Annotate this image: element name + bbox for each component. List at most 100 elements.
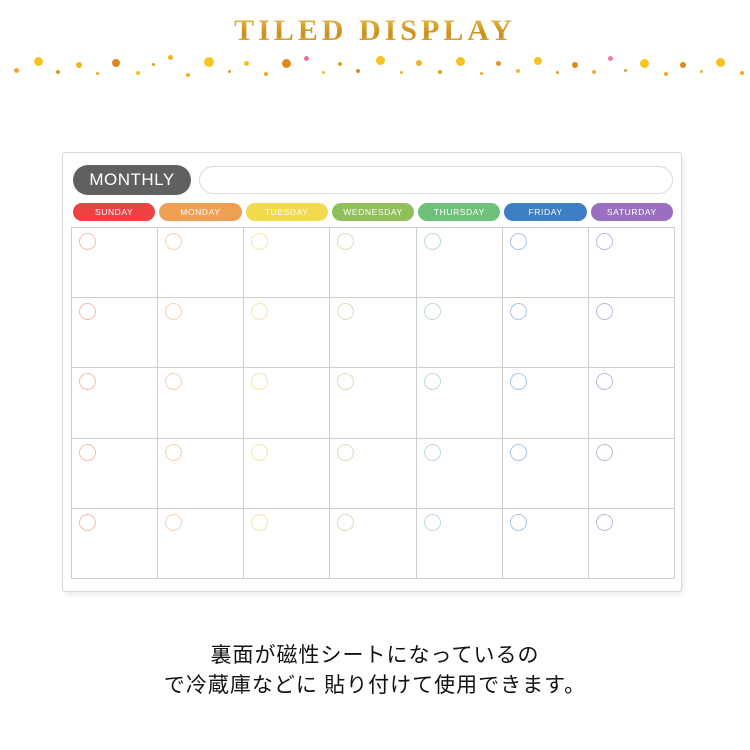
decorative-dot bbox=[640, 59, 649, 68]
decorative-dot-band bbox=[0, 50, 750, 80]
monthly-label-pill: MONTHLY bbox=[73, 165, 191, 195]
decorative-dot bbox=[264, 72, 268, 76]
decorative-dot bbox=[592, 70, 596, 74]
weekday-pill-monday[interactable]: MONDAY bbox=[159, 203, 242, 221]
calendar-cell[interactable] bbox=[588, 368, 675, 439]
date-circle-icon bbox=[337, 513, 355, 531]
calendar-cell[interactable] bbox=[588, 438, 675, 509]
calendar-header: MONTHLY bbox=[73, 165, 673, 195]
date-circle-icon bbox=[509, 233, 527, 250]
date-circle-icon bbox=[509, 303, 527, 321]
decorative-dot bbox=[112, 59, 120, 67]
decorative-dot bbox=[96, 72, 99, 75]
date-circle-icon bbox=[337, 443, 355, 461]
weekday-pill-wednesday[interactable]: WEDNESDAY bbox=[331, 203, 415, 221]
weekday-pill-thursday[interactable]: THURSDAY bbox=[418, 203, 501, 221]
date-circle-icon bbox=[165, 303, 183, 321]
decorative-dot bbox=[56, 70, 60, 74]
decorative-dot bbox=[34, 57, 43, 66]
decorative-dot bbox=[680, 62, 686, 68]
date-circle-icon bbox=[79, 443, 96, 461]
decorative-dot bbox=[664, 72, 668, 76]
calendar-cell[interactable] bbox=[244, 298, 331, 369]
calendar-cell[interactable] bbox=[502, 228, 589, 299]
decorative-dot bbox=[168, 55, 173, 60]
page-banner: TILED DISPLAY bbox=[0, 0, 750, 92]
date-circle-icon bbox=[423, 303, 441, 321]
decorative-dot bbox=[624, 69, 627, 72]
decorative-dot bbox=[304, 56, 309, 61]
date-circle-icon bbox=[423, 233, 441, 250]
decorative-dot bbox=[740, 71, 744, 75]
date-circle-icon bbox=[251, 513, 269, 531]
page-title: TILED DISPLAY bbox=[0, 14, 750, 48]
decorative-dot bbox=[716, 58, 725, 67]
calendar-card: MONTHLY SUNDAY MONDAY TUESDAY WEDNESDAY THUR… bbox=[62, 152, 682, 592]
calendar-cell[interactable] bbox=[158, 228, 245, 299]
calendar-cell[interactable] bbox=[416, 298, 503, 369]
calendar-cell[interactable] bbox=[416, 508, 503, 579]
weekday-pill-friday[interactable]: FRIDAY bbox=[504, 203, 587, 221]
date-circle-icon bbox=[595, 513, 613, 531]
decorative-dot bbox=[282, 59, 291, 68]
date-circle-icon bbox=[595, 233, 613, 250]
decorative-dot bbox=[356, 69, 360, 73]
calendar-cell[interactable] bbox=[330, 368, 417, 439]
calendar-cell[interactable] bbox=[158, 368, 245, 439]
calendar-cell[interactable] bbox=[416, 438, 503, 509]
decorative-dot bbox=[228, 70, 231, 73]
decorative-dot bbox=[608, 56, 613, 61]
caption-line-2: で冷蔵庫などに 貼り付けて使用できます。 bbox=[163, 673, 587, 697]
calendar-cell[interactable] bbox=[588, 228, 675, 299]
calendar-cell[interactable] bbox=[72, 298, 159, 369]
calendar-cell[interactable] bbox=[330, 508, 417, 579]
date-circle-icon bbox=[165, 513, 183, 531]
weekday-pill-saturday[interactable]: SATURDAY bbox=[590, 203, 673, 221]
decorative-dot bbox=[376, 56, 385, 65]
weekday-pill-tuesday[interactable]: TUESDAY bbox=[245, 203, 328, 221]
calendar-cell[interactable] bbox=[244, 508, 331, 579]
calendar-grid bbox=[71, 227, 675, 579]
decorative-dot bbox=[516, 69, 520, 73]
calendar-cell[interactable] bbox=[330, 438, 417, 509]
calendar-cell[interactable] bbox=[72, 228, 159, 299]
calendar-cell[interactable] bbox=[72, 508, 159, 579]
date-circle-icon bbox=[79, 233, 96, 250]
calendar-cell[interactable] bbox=[158, 508, 245, 579]
calendar-cell[interactable] bbox=[72, 368, 159, 439]
calendar-cell[interactable] bbox=[416, 368, 503, 439]
date-circle-icon bbox=[251, 443, 269, 461]
date-circle-icon bbox=[165, 373, 183, 391]
date-circle-icon bbox=[423, 373, 441, 391]
decorative-dot bbox=[14, 68, 19, 73]
date-circle-icon bbox=[165, 443, 183, 461]
calendar-cell[interactable] bbox=[330, 228, 417, 299]
calendar-cell[interactable] bbox=[158, 298, 245, 369]
date-circle-icon bbox=[509, 513, 527, 531]
calendar-cell[interactable] bbox=[502, 298, 589, 369]
calendar-cell[interactable] bbox=[158, 438, 245, 509]
calendar-cell[interactable] bbox=[416, 228, 503, 299]
calendar-cell[interactable] bbox=[330, 298, 417, 369]
calendar-cell[interactable] bbox=[72, 438, 159, 509]
calendar-cell[interactable] bbox=[244, 438, 331, 509]
calendar-cell[interactable] bbox=[244, 228, 331, 299]
calendar-cell[interactable] bbox=[588, 508, 675, 579]
decorative-dot bbox=[556, 71, 559, 74]
calendar-cell[interactable] bbox=[502, 438, 589, 509]
date-circle-icon bbox=[595, 303, 613, 321]
decorative-dot bbox=[480, 72, 483, 75]
caption-line-1: 裏面が磁性シートになっているの bbox=[210, 643, 540, 667]
date-circle-icon bbox=[251, 233, 269, 250]
calendar-cell[interactable] bbox=[588, 298, 675, 369]
calendar-cell[interactable] bbox=[244, 368, 331, 439]
date-circle-icon bbox=[165, 233, 183, 250]
decorative-dot bbox=[700, 70, 703, 73]
decorative-dot bbox=[322, 71, 325, 74]
decorative-dot bbox=[244, 61, 249, 66]
weekday-pill-sunday[interactable]: SUNDAY bbox=[73, 203, 156, 221]
date-circle-icon bbox=[79, 303, 96, 321]
calendar-cell[interactable] bbox=[502, 368, 589, 439]
calendar-cell[interactable] bbox=[502, 508, 589, 579]
month-title-input[interactable] bbox=[199, 166, 673, 194]
